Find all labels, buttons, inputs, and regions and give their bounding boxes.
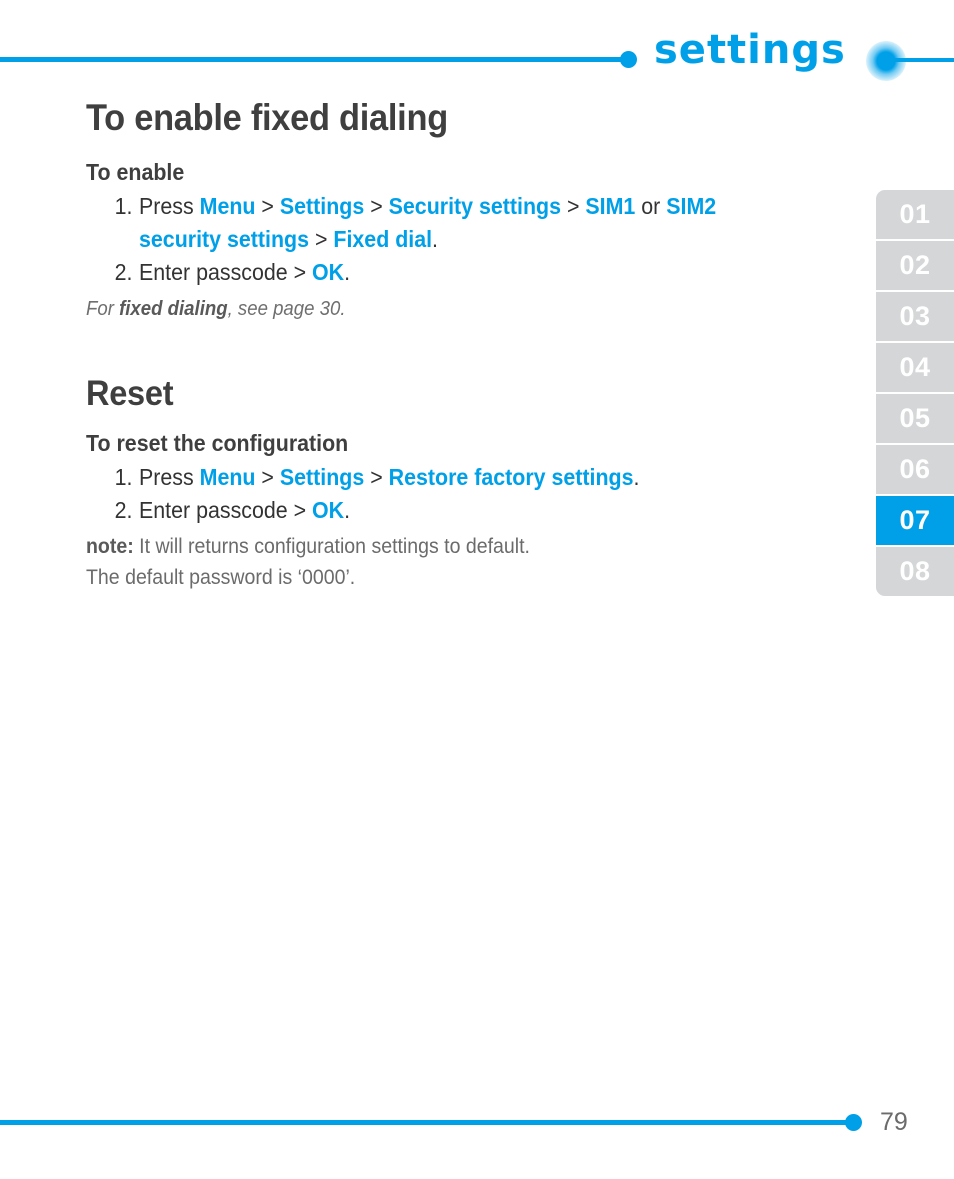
page-number: 79	[880, 1108, 908, 1136]
menu-path-item: SIM1	[585, 193, 636, 219]
step-number: 1.	[114, 193, 133, 219]
reset-heading: Reset	[86, 374, 174, 413]
xref-term: fixed dialing	[119, 298, 228, 320]
chapter-tab-06[interactable]: 06	[876, 445, 954, 494]
menu-path-item: Menu	[199, 193, 256, 219]
step-text: Press	[139, 464, 200, 490]
header-title: settings	[654, 27, 846, 73]
note-label: note:	[86, 535, 134, 558]
main-content: To enable fixed dialing To enable 1. Pres…	[86, 96, 856, 593]
step-text: .	[344, 259, 351, 285]
footer-dot-icon	[845, 1114, 862, 1131]
step-text: Enter passcode >	[139, 497, 313, 523]
list-item: 2. Enter passcode > OK.	[86, 494, 802, 527]
menu-path-item: Settings	[279, 464, 365, 490]
chapter-tab-07[interactable]: 07	[876, 496, 954, 545]
menu-path-item: OK	[312, 497, 345, 523]
step-text: >	[364, 464, 389, 490]
step-text: or	[635, 193, 667, 219]
chapter-tab-01[interactable]: 01	[876, 190, 954, 239]
list-item: 1. Press Menu > Settings > Restore factor…	[86, 461, 802, 494]
note-line-2: The default password is ‘0000’.	[86, 566, 356, 589]
menu-path-item: Menu	[199, 464, 256, 490]
step-text: Press	[139, 193, 200, 219]
step-text: .	[633, 464, 640, 490]
menu-path-item: Security settings	[388, 193, 562, 219]
step-text: Enter passcode >	[139, 259, 313, 285]
chapter-tab-03[interactable]: 03	[876, 292, 954, 341]
reset-steps-list: 1. Press Menu > Settings > Restore factor…	[86, 461, 856, 527]
menu-path-item: Fixed dial	[333, 226, 433, 252]
list-item: 2. Enter passcode > OK.	[86, 256, 802, 289]
header-rule-left	[0, 57, 622, 62]
enable-steps-list: 1. Press Menu > Settings > Security setti…	[86, 190, 856, 289]
note-text: It will returns configuration settings t…	[133, 535, 530, 558]
chapter-tab-02[interactable]: 02	[876, 241, 954, 290]
menu-path-item: Restore factory settings	[388, 464, 634, 490]
step-text: >	[561, 193, 586, 219]
cross-reference: For fixed dialing, see page 30.	[86, 295, 802, 323]
enable-sub-heading: To enable	[86, 159, 185, 185]
step-number: 2.	[114, 497, 133, 523]
step-text: >	[255, 464, 280, 490]
step-text: .	[344, 497, 351, 523]
header-rule-right	[893, 58, 954, 62]
step-number: 2.	[114, 259, 133, 285]
chapter-tab-04[interactable]: 04	[876, 343, 954, 392]
chapter-tabs-sidebar: 01 02 03 04 05 06 07 08	[876, 190, 954, 596]
xref-before: For	[86, 298, 120, 320]
step-text: >	[255, 193, 280, 219]
reset-sub-heading: To reset the configuration	[86, 430, 349, 456]
chapter-tab-08[interactable]: 08	[876, 547, 954, 596]
note-line-1: note: It will returns configuration sett…	[86, 531, 802, 562]
footer-rule	[0, 1120, 852, 1125]
page-title: To enable fixed dialing	[86, 97, 448, 138]
step-text: >	[309, 226, 334, 252]
list-item: 1. Press Menu > Settings > Security setti…	[86, 190, 802, 256]
chapter-tab-05[interactable]: 05	[876, 394, 954, 443]
menu-path-item: OK	[312, 259, 345, 285]
xref-after: , see page 30.	[227, 298, 346, 320]
step-text: >	[364, 193, 389, 219]
menu-path-item: Settings	[279, 193, 365, 219]
step-number: 1.	[114, 464, 133, 490]
step-text: .	[432, 226, 439, 252]
page-header: settings	[0, 0, 954, 92]
header-dot-small-icon	[620, 51, 637, 68]
